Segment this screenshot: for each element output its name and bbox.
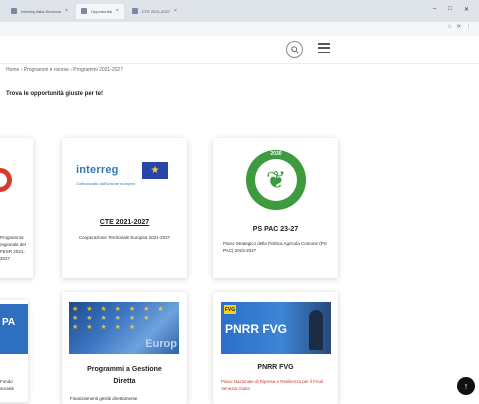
close-icon[interactable]: × <box>65 8 68 14</box>
card-ps-pac[interactable]: 2030 ❦ PS PAC 23-27 Piano Strategico del… <box>213 138 338 278</box>
maximize-button[interactable]: □ <box>448 6 452 13</box>
card-desc: Finanziamenti gestiti direttamente <box>70 396 138 401</box>
leaf-icon: ❦ <box>255 159 297 201</box>
close-icon[interactable]: × <box>174 8 177 14</box>
card-desc: Piano Strategico della Politica Agricola… <box>223 241 327 253</box>
tab-label: Opportunità <box>90 8 112 14</box>
card-desc: Programma regionale del FESR 2021-2027 <box>0 235 26 261</box>
scroll-to-top-button[interactable]: ↑ <box>457 377 475 395</box>
address-bar: ☆ ⟳ ⋮ <box>0 22 479 36</box>
site-header <box>0 36 479 64</box>
eu-flags-image: ★ ★ ★ ★ ★ ★ ★ ★ ★ ★ ★ ★ ★ ★ ★ ★ ★ ★ Europ <box>69 302 179 354</box>
person-figure-icon <box>309 310 323 350</box>
card-cte[interactable]: interreg ★ Cofinanziato dall'Unione euro… <box>62 138 187 278</box>
fesr-logo-icon <box>0 168 12 192</box>
arrow-up-icon: ↑ <box>463 381 469 391</box>
browser-menu-icon[interactable]: ⋮ <box>466 24 471 30</box>
card-desc: Piano Nazionale di Ripresa e Resilienza … <box>221 379 324 391</box>
card-pnrr-fvg[interactable]: FVG PNRR FVG PNRR FVG Piano Nazionale di… <box>213 292 338 404</box>
address-tools: ☆ ⟳ ⋮ <box>447 24 471 30</box>
page-heading: Trova le opportunità giuste per te! <box>6 91 104 97</box>
minimize-button[interactable]: – <box>433 6 436 13</box>
favicon-icon <box>131 8 138 14</box>
hamburger-icon[interactable] <box>318 43 330 53</box>
window-controls: – □ ✕ <box>433 6 469 13</box>
card-image: PA <box>0 304 28 354</box>
search-icon <box>290 45 299 54</box>
eu-flag-icon: ★ <box>142 162 168 179</box>
card-title[interactable]: PS PAC 23-27 <box>213 226 338 233</box>
card-desc: Fondo sociale <box>0 379 15 391</box>
card-fondo-sociale[interactable]: PA Fondo sociale <box>0 300 28 402</box>
interreg-logo: interreg ★ Cofinanziato dall'Unione euro… <box>76 162 168 192</box>
search-button[interactable] <box>286 41 303 58</box>
card-desc: Cooperazione Territoriale Europea 2021-2… <box>78 235 171 240</box>
tab-label: Interreg Italia-Slovenia <box>21 8 62 14</box>
favicon-icon <box>80 8 87 14</box>
close-icon[interactable]: × <box>116 8 119 14</box>
card-title[interactable]: Programmi a Gestione Diretta <box>62 364 187 388</box>
browser-tab[interactable]: Interreg Italia-Slovenia × <box>6 4 73 19</box>
pnrr-image: FVG PNRR FVG <box>221 302 331 354</box>
ps-pac-logo: 2030 ❦ <box>246 150 306 210</box>
browser-tab-bar: Interreg Italia-Slovenia × Opportunità ×… <box>0 0 479 22</box>
card-title[interactable]: CTE 2021-2027 <box>62 219 187 226</box>
reload-icon[interactable]: ⟳ <box>457 24 461 30</box>
browser-tab[interactable]: CTE 2021-2027 × <box>127 4 182 19</box>
card-programma-fesr[interactable]: Programma regionale del FESR 2021-2027 <box>0 138 33 278</box>
browser-tab-active[interactable]: Opportunità × <box>75 3 124 19</box>
breadcrumb: Home › Programmi e risorse › Programmi 2… <box>6 67 123 73</box>
card-gestione-diretta[interactable]: ★ ★ ★ ★ ★ ★ ★ ★ ★ ★ ★ ★ ★ ★ ★ ★ ★ ★ Europ … <box>62 292 187 404</box>
favicon-icon <box>11 8 17 14</box>
close-window-button[interactable]: ✕ <box>464 6 469 13</box>
bookmark-icon[interactable]: ☆ <box>447 24 451 30</box>
tab-label: CTE 2021-2027 <box>141 8 171 14</box>
card-title[interactable]: PNRR FVG <box>213 364 338 371</box>
